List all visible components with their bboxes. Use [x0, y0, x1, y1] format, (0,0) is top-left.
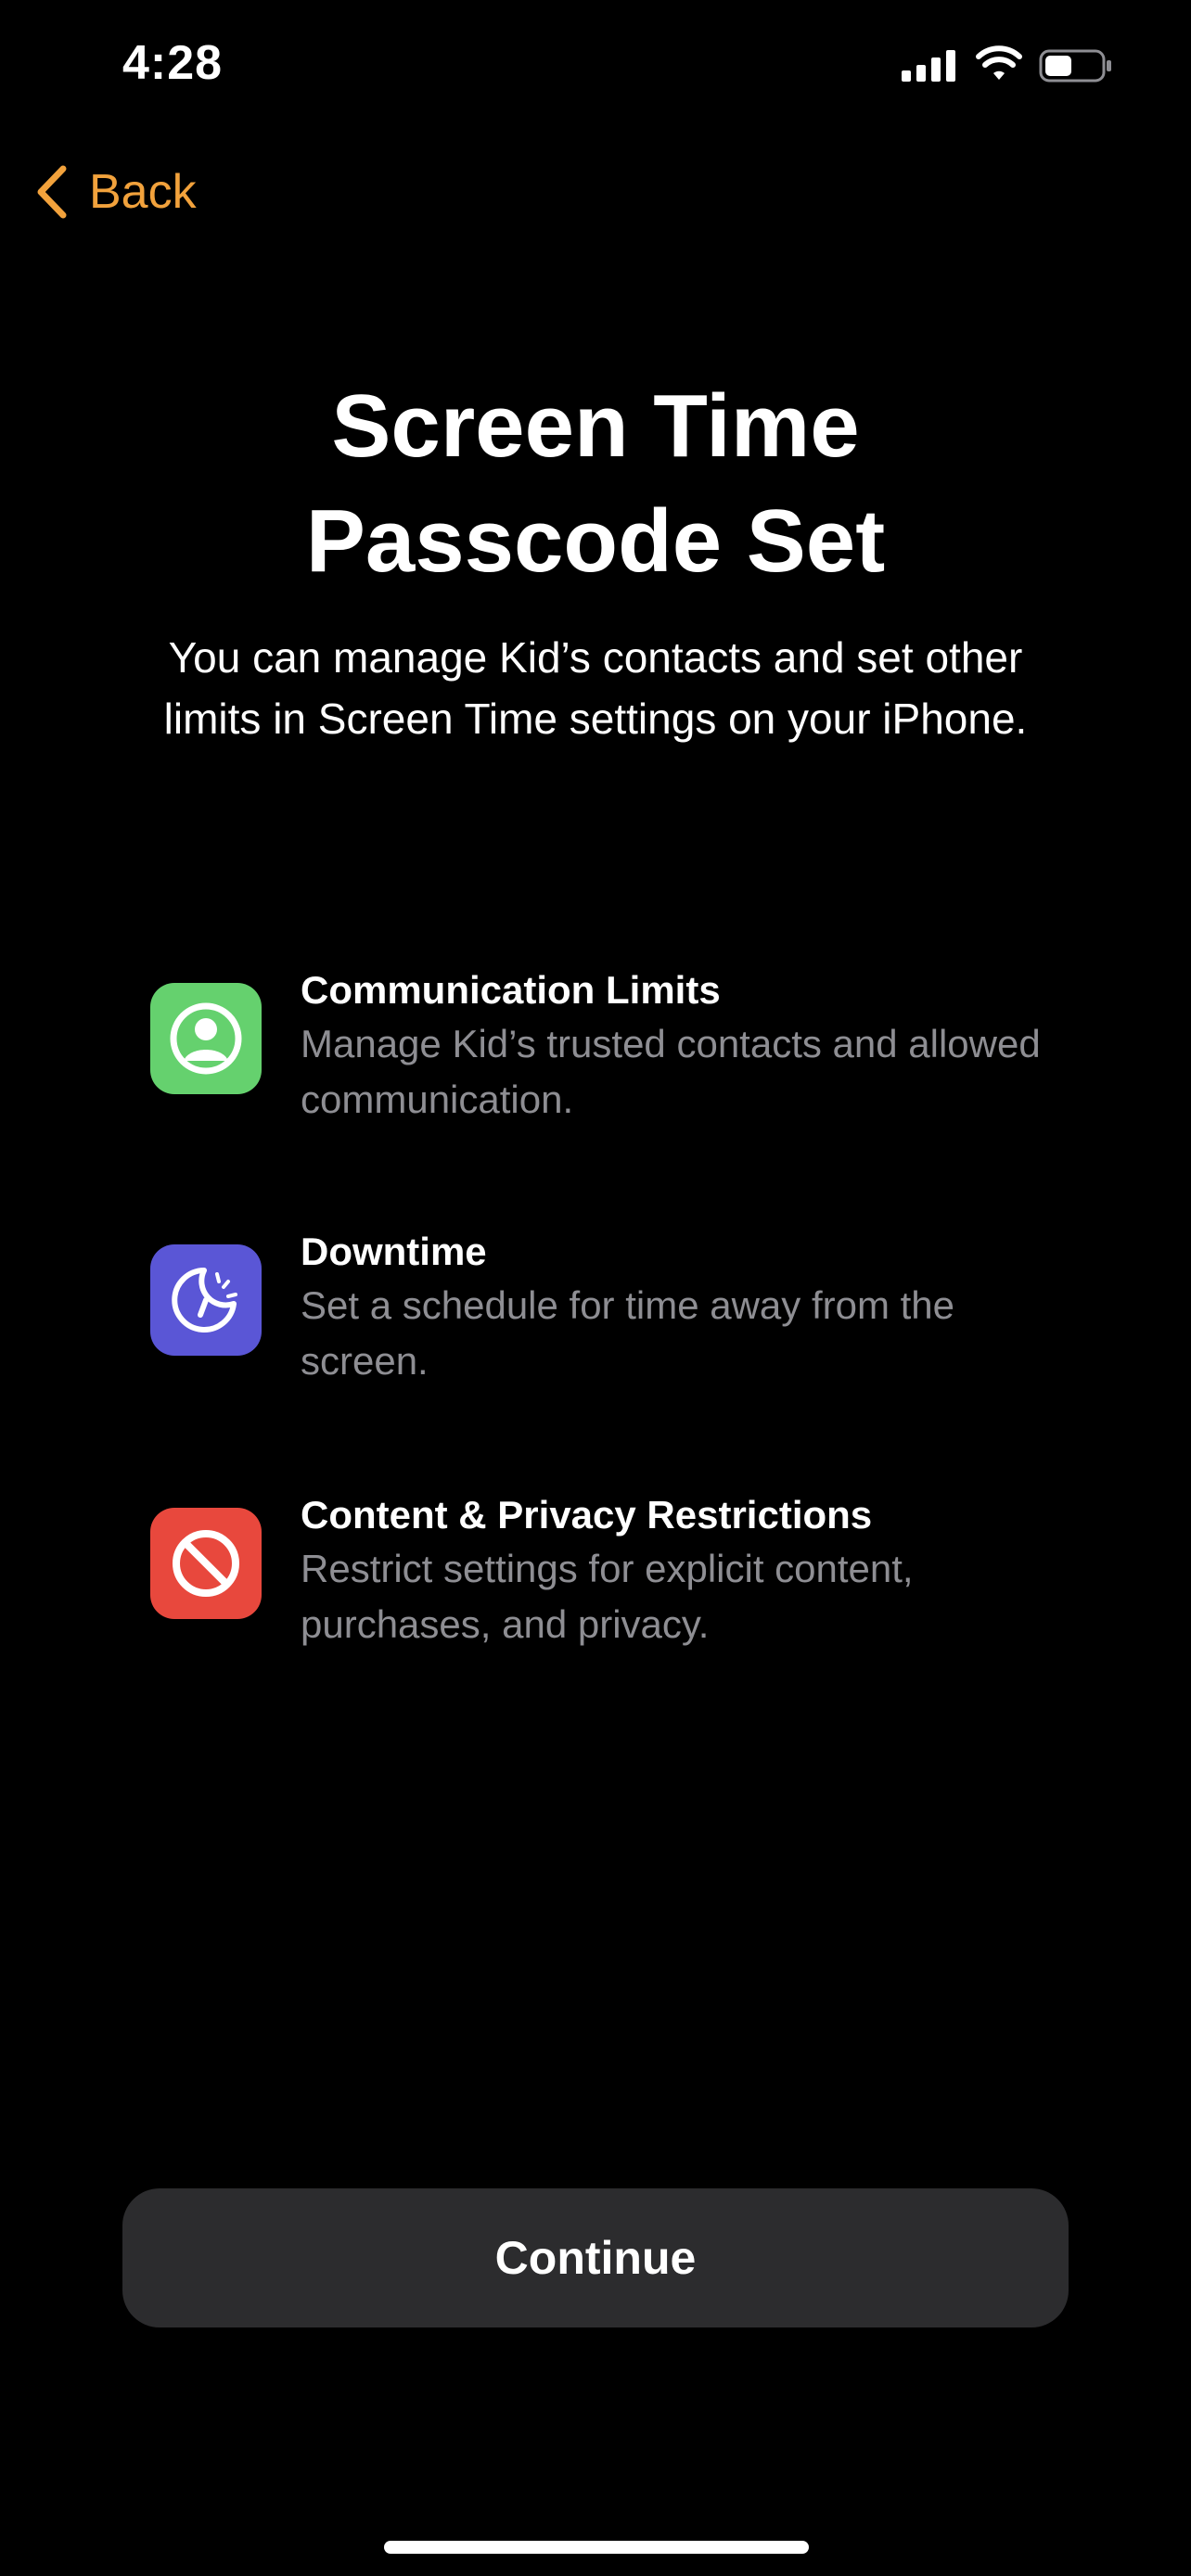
- continue-button[interactable]: Continue: [122, 2188, 1069, 2327]
- status-bar: 4:28: [0, 0, 1191, 139]
- downtime-moon-icon: [150, 1244, 262, 1356]
- feature-title: Downtime: [301, 1230, 487, 1273]
- feature-downtime: Downtime Set a schedule for time away fr…: [150, 1226, 1041, 1383]
- restriction-icon: [150, 1508, 262, 1619]
- feature-communication-limits: Communication Limits Manage Kid’s truste…: [150, 964, 1041, 1121]
- page-title: Screen Time Passcode Set: [0, 369, 1191, 599]
- feature-content-privacy-restrictions: Content & Privacy Restrictions Restrict …: [150, 1489, 1041, 1646]
- status-time: 4:28: [122, 36, 224, 90]
- home-indicator[interactable]: [384, 2541, 809, 2554]
- feature-title: Communication Limits: [301, 968, 721, 1012]
- back-label: Back: [89, 165, 197, 219]
- feature-description: Restrict settings for explicit content, …: [301, 1547, 914, 1646]
- title-line-2: Passcode Set: [305, 491, 886, 591]
- title-line-1: Screen Time: [331, 376, 860, 476]
- chevron-left-icon: [37, 165, 67, 219]
- feature-description: Set a schedule for time away from the sc…: [301, 1283, 954, 1383]
- person-circle-icon: [150, 983, 262, 1094]
- feature-title: Content & Privacy Restrictions: [301, 1493, 873, 1537]
- back-button[interactable]: Back: [33, 159, 197, 224]
- cellular-signal-icon: [902, 48, 957, 82]
- feature-description: Manage Kid’s trusted contacts and allowe…: [301, 1022, 1041, 1121]
- battery-icon: [1039, 49, 1111, 83]
- wifi-icon: [976, 45, 1022, 80]
- page-subtitle: You can manage Kid’s contacts and set ot…: [163, 633, 1028, 743]
